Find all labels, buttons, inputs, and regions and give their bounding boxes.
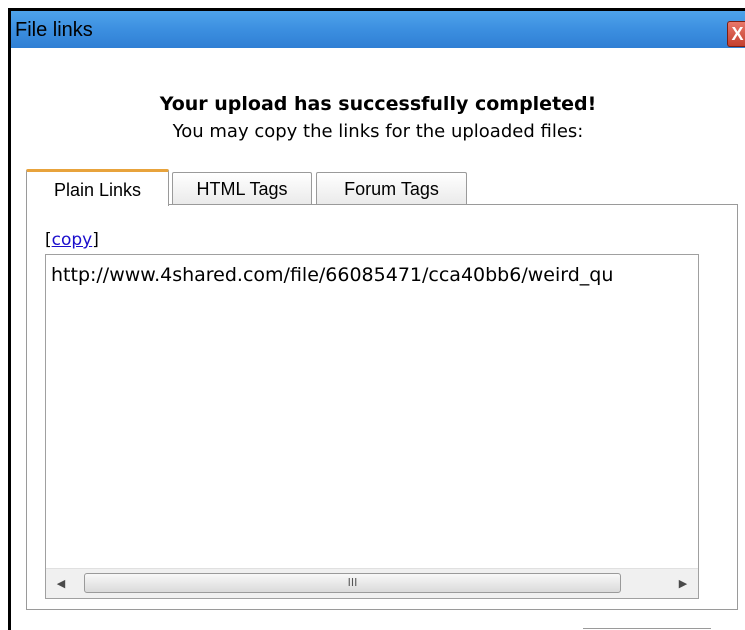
title-bar[interactable]: File links X [11,11,745,48]
success-subheading: You may copy the links for the uploaded … [172,121,584,142]
link-url-text[interactable]: http://www.4shared.com/file/66085471/cca… [51,264,613,286]
copy-control: [copy] [45,230,99,250]
window-title: File links [15,19,93,41]
links-textarea[interactable]: http://www.4shared.com/file/66085471/cca… [45,254,699,599]
tab-plain-links[interactable]: Plain Links [26,169,169,206]
horizontal-scrollbar[interactable]: ◀ III ▶ [46,568,698,598]
button-edge-divider [583,628,711,629]
copy-bracket-close: ] [92,230,99,250]
success-heading: Your upload has successfully completed! [159,93,597,115]
scroll-thumb[interactable]: III [84,573,621,593]
copy-link[interactable]: copy [52,230,93,250]
scroll-left-arrow-icon[interactable]: ◀ [50,569,72,598]
copy-bracket-open: [ [45,230,52,250]
tab-forum-tags[interactable]: Forum Tags [316,172,467,206]
file-links-dialog: File links X Your upload has successfull… [8,8,745,630]
close-icon[interactable]: X [727,21,745,47]
tab-html-tags[interactable]: HTML Tags [172,172,312,206]
scroll-right-arrow-icon[interactable]: ▶ [672,569,694,598]
